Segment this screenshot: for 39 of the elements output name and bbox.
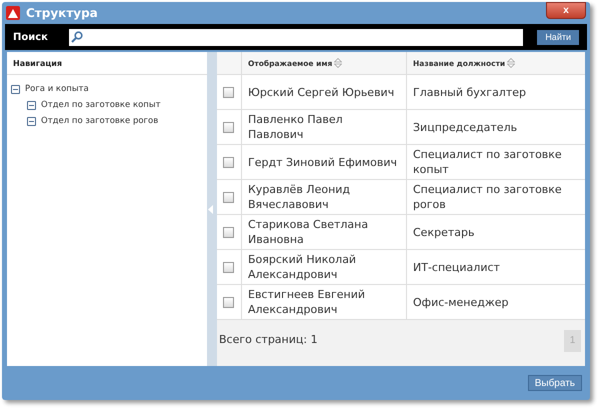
table-cell: Павленко Павел Павлович bbox=[248, 113, 343, 141]
table-cell: Секретарь bbox=[413, 226, 474, 238]
table-cell: Офис-менеджер bbox=[413, 296, 509, 308]
row-checkbox[interactable] bbox=[223, 86, 234, 98]
close-button[interactable]: x bbox=[546, 2, 586, 18]
row-checkbox[interactable] bbox=[223, 262, 234, 272]
select-button[interactable]: Выбрать bbox=[528, 375, 582, 391]
search-field[interactable] bbox=[69, 28, 524, 46]
table-cell: Юрский Сергей Юрьевич bbox=[248, 86, 394, 98]
row-checkbox[interactable] bbox=[223, 296, 234, 308]
row-checkbox[interactable] bbox=[223, 192, 234, 202]
page-count: Всего страниц: 1 bbox=[219, 333, 318, 346]
collapse-icon[interactable] bbox=[27, 116, 36, 126]
table-cell: Гердт Зиновий Ефимович bbox=[248, 156, 398, 168]
collapse-icon[interactable] bbox=[11, 84, 20, 94]
row-checkbox[interactable] bbox=[223, 122, 234, 132]
collapse-icon[interactable] bbox=[27, 100, 36, 110]
tree-item[interactable]: Отдел по заготовке рогов bbox=[41, 116, 158, 126]
panel-header: Навигация bbox=[13, 58, 62, 68]
row-checkbox[interactable] bbox=[223, 226, 234, 238]
tree-item[interactable]: Рога и копыта bbox=[25, 84, 89, 94]
table-cell: Боярский Николай Александрович bbox=[248, 253, 356, 281]
table-cell: Специалист по заготовке рогов bbox=[413, 183, 562, 211]
search-label: Поиск bbox=[13, 32, 49, 42]
sort-icon bbox=[507, 58, 516, 68]
window-title: Структура bbox=[26, 6, 99, 20]
table-cell: Зицпредседатель bbox=[413, 120, 518, 134]
table-cell: Куравлёв Леонид Вячеславович bbox=[248, 183, 350, 211]
search-icon bbox=[71, 31, 83, 43]
sort-icon bbox=[334, 58, 342, 68]
table-cell: ИТ-специалист bbox=[413, 260, 500, 274]
table-cell: Старикова Светлана Ивановна bbox=[248, 218, 368, 246]
table-cell: Евстигнеев Евгений Александрович bbox=[248, 288, 365, 316]
row-checkbox[interactable] bbox=[223, 156, 234, 168]
table-cell: Специалист по заготовке копыт bbox=[413, 148, 562, 176]
table-cell: Главный бухгалтер bbox=[413, 86, 526, 98]
triangle-logo-icon bbox=[6, 6, 20, 20]
tree-item[interactable]: Отдел по заготовке копыт bbox=[41, 100, 161, 110]
search-button[interactable]: Найти bbox=[537, 30, 579, 44]
